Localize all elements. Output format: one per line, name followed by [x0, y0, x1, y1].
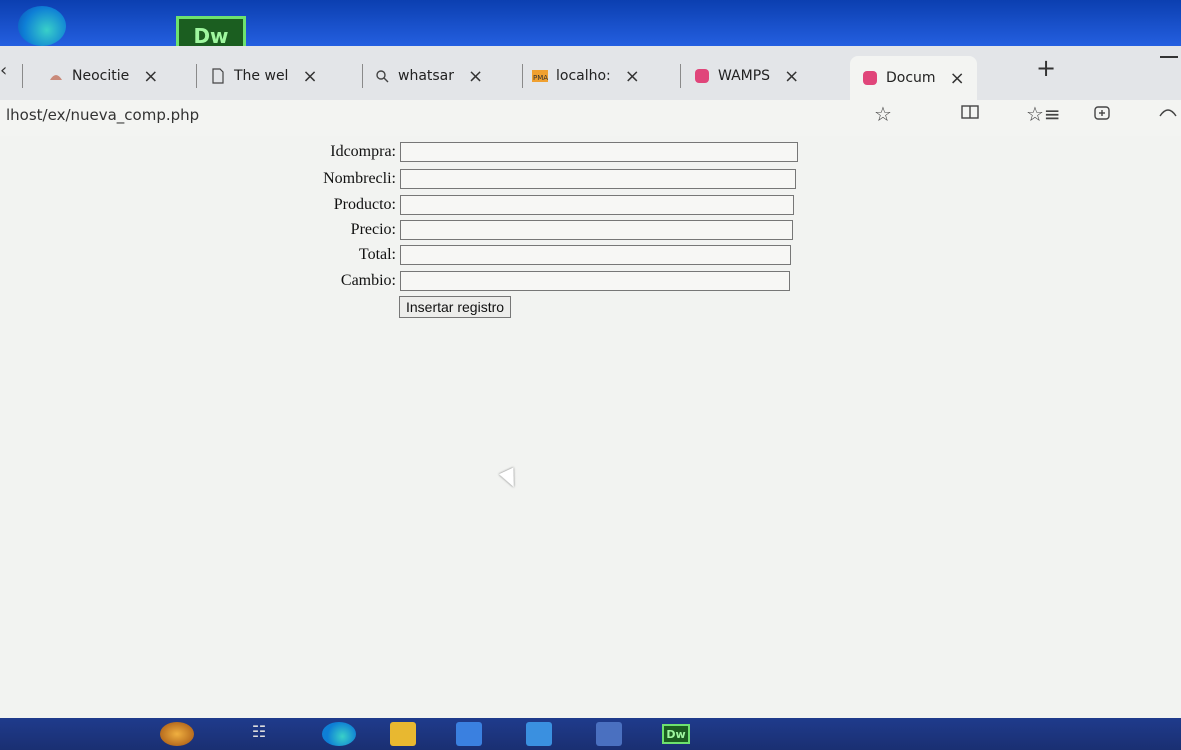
tab-scroll-left-icon[interactable]: ‹ [0, 60, 16, 81]
field-label: Cambio: [340, 272, 396, 289]
tab-label: localho: [556, 68, 611, 84]
field-label: Total: [358, 246, 396, 263]
neocities-cat-icon [48, 68, 64, 84]
form-row-total: Total: [286, 245, 791, 265]
cambio-input[interactable] [400, 271, 790, 291]
close-icon[interactable]: × [143, 66, 158, 87]
field-label: Nombrecli: [323, 170, 396, 187]
close-icon[interactable]: × [784, 66, 799, 87]
wamp-icon [694, 68, 710, 84]
tab-localhost[interactable]: PMA localho: × [532, 56, 640, 96]
form-row-idcompra: Idcompra: [286, 142, 798, 162]
app-icon[interactable] [596, 722, 622, 746]
favorite-star-icon[interactable]: ☆ [874, 102, 892, 126]
search-icon [374, 68, 390, 84]
form-row-nombrecli: Nombrecli: [286, 169, 796, 189]
insert-record-button[interactable]: Insertar registro [399, 296, 512, 318]
nombrecli-input[interactable] [400, 169, 796, 189]
tab-neocities[interactable]: Neocitie × [48, 56, 158, 96]
tab-separator [680, 64, 681, 88]
os-top-strip: Dw [0, 0, 1181, 48]
tab-wamp[interactable]: WAMPS × [694, 56, 799, 96]
page-icon [210, 68, 226, 84]
close-icon[interactable]: × [468, 66, 483, 87]
collections-icon[interactable] [1092, 102, 1112, 127]
tab-the-web[interactable]: The wel × [210, 56, 318, 96]
mail-icon[interactable] [526, 722, 552, 746]
tab-label: The wel [234, 68, 289, 84]
tab-separator [22, 64, 23, 88]
form-row-producto: Producto: [286, 195, 794, 215]
tab-label: WAMPS [718, 68, 771, 84]
tab-whatsapp[interactable]: whatsar × [374, 56, 483, 96]
tab-separator [196, 64, 197, 88]
task-view-icon[interactable]: ☷ [246, 722, 272, 746]
tab-label: Docum [886, 70, 936, 86]
file-explorer-icon[interactable] [390, 722, 416, 746]
dreamweaver-app-icon[interactable]: Dw [176, 16, 246, 48]
tab-bar: ‹ Neocitie × The wel × whatsar × PMA loc… [0, 46, 1181, 100]
tab-separator [362, 64, 363, 88]
url-input[interactable]: lhost/ex/nueva_comp.php [6, 106, 199, 124]
total-input[interactable] [400, 245, 791, 265]
precio-input[interactable] [400, 220, 793, 240]
tab-separator [522, 64, 523, 88]
field-label: Precio: [350, 221, 396, 238]
close-icon[interactable]: × [302, 66, 317, 87]
tab-label: Neocitie [72, 68, 130, 84]
phpmyadmin-icon: PMA [532, 68, 548, 84]
edge-taskbar-icon[interactable] [322, 722, 356, 746]
close-icon[interactable]: × [625, 66, 640, 87]
wamp-icon [862, 70, 878, 86]
field-label: Idcompra: [330, 143, 396, 160]
close-icon[interactable]: × [950, 68, 965, 89]
field-label: Producto: [333, 196, 396, 213]
favorites-list-icon[interactable]: ☆≡ [1026, 102, 1061, 126]
idcompra-input[interactable] [400, 142, 798, 162]
dreamweaver-taskbar-icon[interactable]: Dw [662, 724, 690, 744]
edge-logo-icon[interactable] [18, 6, 66, 46]
flower-widget-icon[interactable] [160, 722, 194, 746]
producto-input[interactable] [400, 195, 794, 215]
performance-icon[interactable] [1158, 102, 1178, 127]
tab-label: whatsar [398, 68, 455, 84]
svg-text:PMA: PMA [533, 74, 548, 82]
form-row-cambio: Cambio: [286, 271, 790, 291]
store-icon[interactable] [456, 722, 482, 746]
taskbar: ☷ [0, 718, 1181, 750]
tab-document-active[interactable]: Docum × [850, 56, 977, 100]
minimize-icon[interactable] [1160, 56, 1178, 58]
split-screen-icon[interactable] [960, 102, 980, 127]
form-row-precio: Precio: [286, 220, 793, 240]
new-tab-icon[interactable]: + [1036, 54, 1056, 82]
